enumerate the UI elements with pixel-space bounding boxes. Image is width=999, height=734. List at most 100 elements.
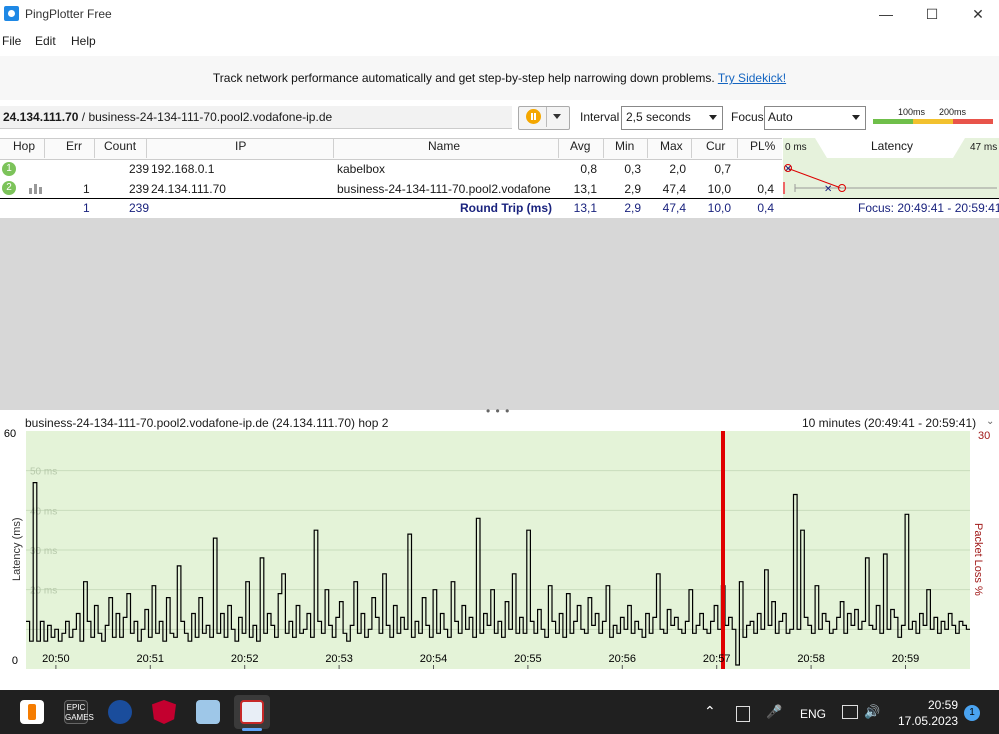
latency-point [40,621,44,622]
latency-point [264,633,268,634]
col-count[interactable]: Count [104,139,136,157]
clock-date[interactable]: 17.05.2023 [898,714,958,728]
bar-chart-icon[interactable] [29,182,42,194]
scale-segment-red [953,119,993,124]
latency-point [408,534,412,535]
microphone-icon[interactable]: 🎤 [766,704,782,720]
latency-point [966,629,970,630]
latency-point [563,637,567,638]
browser-icon[interactable] [108,700,132,724]
latency-point [855,609,859,610]
latency-point [318,621,322,622]
maximize-button[interactable]: ☐ [912,4,952,24]
latency-point [412,637,416,638]
col-cur[interactable]: Cur [706,139,725,157]
latency-point [577,605,581,606]
latency-point [138,641,142,642]
latency-point [902,625,906,626]
scale-segment-yellow [913,119,953,124]
clock-time[interactable]: 20:59 [928,698,958,712]
speaker-icon[interactable]: 🔊 [864,704,880,720]
latency-point [260,557,264,558]
col-max[interactable]: Max [660,139,683,157]
latency-point [635,621,639,622]
latency-point [538,609,542,610]
chevron-down-icon[interactable] [553,114,561,119]
latency-point [476,518,480,519]
splitter-handle[interactable]: • • • [486,404,510,418]
target-separator: / [78,110,89,124]
menu-file[interactable]: File [2,34,21,48]
latency-point [675,617,679,618]
latency-point [830,633,834,634]
latency-point [332,637,336,638]
try-sidekick-link[interactable]: Try Sidekick! [718,71,786,85]
latency-header-label[interactable]: Latency [871,139,913,153]
latency-point [368,629,372,630]
col-hop[interactable]: Hop [13,139,35,157]
latency-point [188,641,192,642]
latency-point [372,597,376,598]
chart-app-icon[interactable] [196,700,220,724]
col-ip[interactable]: IP [235,139,246,157]
latency-point [502,637,506,638]
latency-graph[interactable]: 50 ms 40 ms 30 ms 20 ms 60 0 30 Latency (ms… [0,428,999,690]
latency-point [714,605,718,606]
latency-point [26,621,30,622]
minimize-button[interactable]: — [866,4,906,24]
chevron-up-icon[interactable]: ⌃ [704,703,716,720]
table-row[interactable] [0,158,999,178]
pause-icon[interactable] [526,109,541,124]
latency-point [786,633,790,634]
notification-badge[interactable]: 1 [964,705,980,721]
latency-point [866,557,870,558]
latency-point [336,617,340,618]
active-indicator [242,728,262,731]
tablet-icon[interactable] [736,706,750,722]
latency-point [783,613,787,614]
network-icon[interactable] [842,705,858,719]
close-button[interactable]: ✕ [958,4,998,24]
col-pl[interactable]: PL% [750,139,775,157]
menu-edit[interactable]: Edit [35,34,56,48]
col-avg[interactable]: Avg [570,139,590,157]
hop-number-badge: 1 [2,162,16,176]
latency-point [379,633,383,634]
latency-point [775,633,779,634]
packet-loss-marker[interactable] [721,431,725,669]
epic-games-icon[interactable]: EPIC GAMES [64,700,94,724]
latency-point [545,637,549,638]
col-name[interactable]: Name [428,139,460,157]
summary-min: 2,9 [624,201,641,215]
latency-point [959,621,963,622]
latency-point [887,629,891,630]
target-host: business-24-134-111-70.pool2.vodafone-ip… [88,110,333,124]
latency-point [51,637,55,638]
latency-point [192,613,196,614]
latency-point [361,613,365,614]
col-err[interactable]: Err [66,139,82,157]
scale-segment-green [873,119,913,124]
language-indicator[interactable]: ENG [800,707,826,721]
x-tick-label: 20:58 [797,653,825,665]
latency-point [296,605,300,606]
menu-help[interactable]: Help [71,34,96,48]
latency-point [213,538,217,539]
latency-point [617,633,621,634]
latency-point [451,581,455,582]
latency-point [700,613,704,614]
latency-point [401,617,405,618]
latency-point [732,629,736,630]
latency-point [159,621,163,622]
row-cur: 10,0 [707,182,731,196]
col-min[interactable]: Min [615,139,634,157]
pingplotter-taskbar-icon[interactable] [240,700,264,724]
latency-point [844,633,848,634]
latency-point [419,633,423,634]
chevron-down-icon[interactable]: ⌄ [986,416,994,427]
latency-point [415,621,419,622]
latency-point [433,589,437,590]
latency-point [930,629,934,630]
latency-point [826,621,830,622]
latency-point [520,617,524,618]
